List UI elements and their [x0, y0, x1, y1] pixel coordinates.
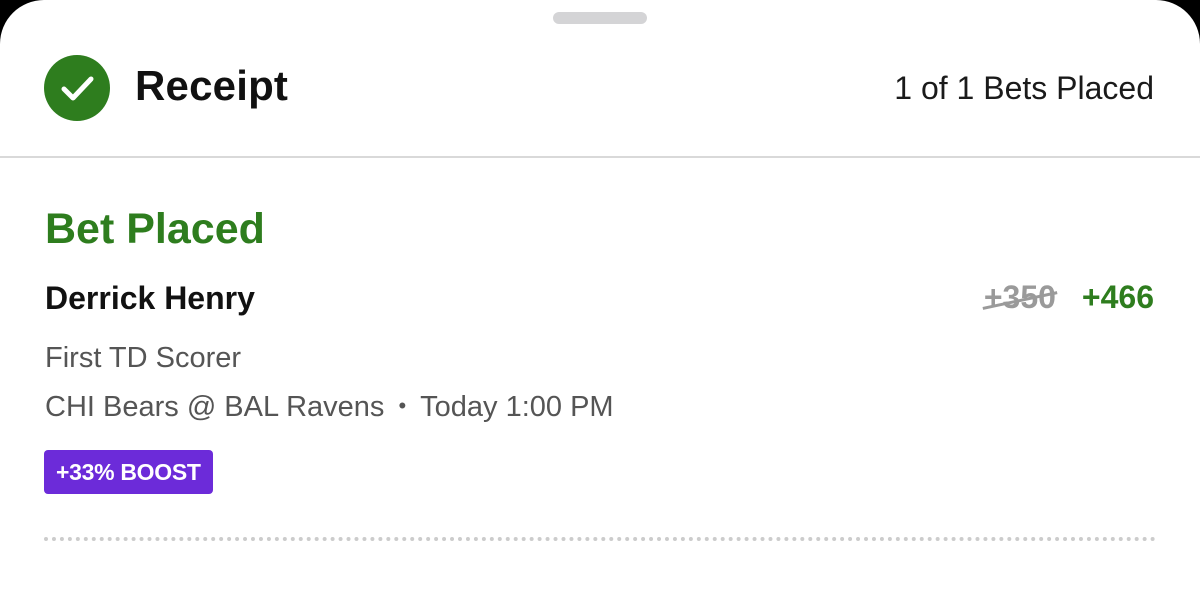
receipt-header: Receipt 1 of 1 Bets Placed	[0, 0, 1200, 158]
bet-market: First TD Scorer	[45, 342, 242, 374]
boost-badge: +33% BOOST	[44, 450, 213, 494]
receipt-sheet: Receipt 1 of 1 Bets Placed Bet Placed De…	[0, 0, 1200, 600]
bet-status: Bet Placed	[45, 205, 265, 253]
odds-group: +350 +466	[984, 279, 1154, 316]
matchup-text: CHI Bears @ BAL Ravens	[45, 391, 385, 423]
game-time: Today 1:00 PM	[420, 391, 614, 423]
separator-dot: •	[398, 393, 407, 418]
original-odds: +350	[983, 279, 1056, 315]
check-circle-icon	[44, 55, 110, 121]
game-info: CHI Bears @ BAL Ravens • Today 1:00 PM	[45, 391, 614, 424]
bets-placed-count: 1 of 1 Bets Placed	[894, 70, 1154, 106]
dashed-divider	[44, 537, 1156, 541]
page-title: Receipt	[135, 62, 289, 109]
player-name: Derrick Henry	[45, 280, 255, 316]
boosted-odds: +466	[1081, 279, 1154, 315]
